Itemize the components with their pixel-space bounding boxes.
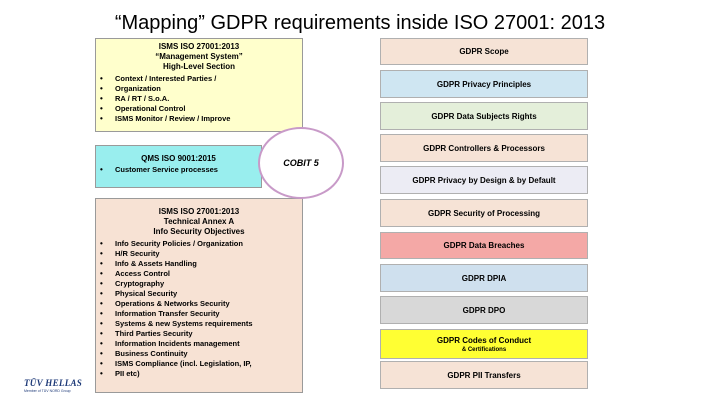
isms-high-level-box: ISMS ISO 27001:2013 “Management System” … xyxy=(95,38,303,132)
list-item: Info Security Policies / Organization xyxy=(96,239,302,249)
list-item: Access Control xyxy=(96,269,302,279)
gdpr-box-label: GDPR DPO xyxy=(462,305,506,315)
header-line: Info Security Objectives xyxy=(153,227,245,237)
list-item: Systems & new Systems requirements xyxy=(96,319,302,329)
list-item: Operations & Networks Security xyxy=(96,299,302,309)
list-item: PII etc) xyxy=(96,369,302,379)
list-item: Organization xyxy=(96,84,302,94)
isms-high-level-header: ISMS ISO 27001:2013 “Management System” … xyxy=(96,42,302,73)
qms-box: QMS ISO 9001:2015 Customer Service proce… xyxy=(95,145,262,188)
list-item: RA / RT / S.o.A. xyxy=(96,94,302,104)
gdpr-box-label: GDPR Controllers & Processors xyxy=(423,143,545,153)
isms-annex-header: ISMS ISO 27001:2013 Technical Annex A In… xyxy=(96,207,302,238)
gdpr-box: GDPR DPO xyxy=(380,296,588,324)
gdpr-box-label: GDPR PII Transfers xyxy=(447,370,521,380)
list-item: Information Incidents management xyxy=(96,339,302,349)
gdpr-box: GDPR Data Breaches xyxy=(380,232,588,259)
isms-annex-box: ISMS ISO 27001:2013 Technical Annex A In… xyxy=(95,198,303,393)
gdpr-box: GDPR Data Subjects Rights xyxy=(380,102,588,130)
gdpr-box: GDPR PII Transfers xyxy=(380,361,588,389)
gdpr-box: GDPR Security of Processing xyxy=(380,199,588,227)
gdpr-box-label: GDPR Scope xyxy=(459,47,509,56)
gdpr-box: GDPR Controllers & Processors xyxy=(380,134,588,162)
gdpr-box-sublabel: & Certifications xyxy=(461,346,507,353)
gdpr-box: GDPR Privacy by Design & by Default xyxy=(380,166,588,194)
header-line: ISMS ISO 27001:2013 xyxy=(158,207,240,216)
isms-high-level-list: Context / Interested Parties / Organizat… xyxy=(96,74,302,124)
gdpr-box-label: GDPR Data Subjects Rights xyxy=(431,111,537,121)
gdpr-box-label: GDPR Privacy by Design & by Default xyxy=(412,175,556,185)
list-item: Context / Interested Parties / xyxy=(96,74,302,84)
gdpr-box: GDPR Codes of Conduct & Certifications xyxy=(380,329,588,359)
gdpr-box: GDPR Scope xyxy=(380,38,588,65)
list-item: ISMS Monitor / Review / Improve xyxy=(96,114,302,124)
header-line: ISMS ISO 27001:2013 xyxy=(158,42,240,51)
list-item: H/R Security xyxy=(96,249,302,259)
gdpr-box: GDPR DPIA xyxy=(380,264,588,292)
qms-list: Customer Service processes xyxy=(96,165,261,175)
list-item: Business Continuity xyxy=(96,349,302,359)
list-item: Third Parties Security xyxy=(96,329,302,339)
cobit-circle: COBIT 5 xyxy=(258,127,344,199)
slide-title: “Mapping” GDPR requirements inside ISO 2… xyxy=(114,12,606,34)
list-item: Operational Control xyxy=(96,104,302,114)
qms-header: QMS ISO 9001:2015 xyxy=(141,154,216,163)
list-item: Information Transfer Security xyxy=(96,309,302,319)
list-item: ISMS Compliance (incl. Legislation, IP, xyxy=(96,359,302,369)
logo-name: TÜV HELLAS xyxy=(24,378,83,388)
gdpr-box-label: GDPR Codes of Conduct xyxy=(436,335,532,345)
list-item: Customer Service processes xyxy=(96,165,261,175)
header-line: High-Level Section xyxy=(162,62,235,72)
header-line: Technical Annex A xyxy=(163,217,235,227)
list-item: Cryptography xyxy=(96,279,302,289)
list-item: Physical Security xyxy=(96,289,302,299)
logo-tagline: Member of TÜV NORD Group xyxy=(24,389,71,393)
header-line: “Management System” xyxy=(155,52,243,62)
isms-annex-list: Info Security Policies / Organization H/… xyxy=(96,239,302,379)
gdpr-box-label: GDPR DPIA xyxy=(461,273,507,283)
gdpr-box: GDPR Privacy Principles xyxy=(380,70,588,98)
gdpr-box-label: GDPR Data Breaches xyxy=(443,241,525,250)
gdpr-box-label: GDPR Privacy Principles xyxy=(436,79,532,89)
list-item: Info & Assets Handling xyxy=(96,259,302,269)
gdpr-box-label: GDPR Security of Processing xyxy=(427,208,541,218)
tuv-hellas-logo: TÜV HELLAS Member of TÜV NORD Group xyxy=(24,378,94,398)
